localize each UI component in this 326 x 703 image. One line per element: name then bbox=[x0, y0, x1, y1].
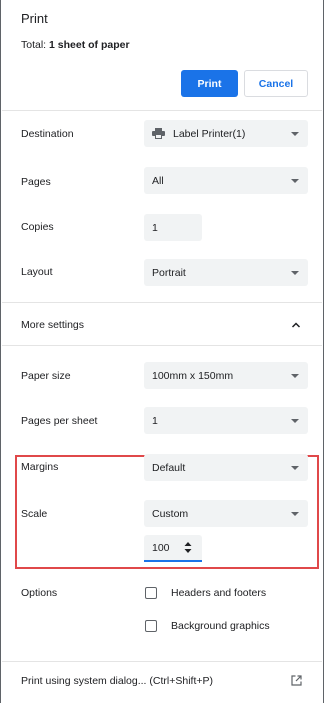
scale-select[interactable]: Custom bbox=[144, 500, 308, 527]
destination-value: Label Printer(1) bbox=[173, 127, 246, 140]
copies-value: 1 bbox=[152, 221, 158, 234]
divider bbox=[2, 661, 322, 662]
print-button[interactable]: Print bbox=[181, 70, 238, 97]
chevron-down-icon bbox=[291, 271, 299, 275]
printer-icon bbox=[152, 128, 165, 139]
paper-size-select[interactable]: 100mm x 150mm bbox=[144, 362, 308, 389]
copies-label: Copies bbox=[21, 221, 54, 233]
chevron-down-icon bbox=[291, 466, 299, 470]
pages-per-sheet-select[interactable]: 1 bbox=[144, 407, 308, 434]
sheet-total: Total: 1 sheet of paper bbox=[21, 39, 130, 51]
cancel-button[interactable]: Cancel bbox=[244, 70, 308, 97]
options-label: Options bbox=[21, 587, 58, 599]
chevron-down-icon bbox=[291, 132, 299, 136]
margins-label: Margins bbox=[21, 461, 59, 473]
paper-size-label: Paper size bbox=[21, 370, 71, 382]
background-graphics-checkbox[interactable] bbox=[145, 620, 157, 632]
open-in-new-icon[interactable] bbox=[291, 675, 302, 686]
destination-label: Destination bbox=[21, 128, 74, 140]
divider bbox=[2, 302, 322, 303]
system-dialog-link[interactable]: Print using system dialog... (Ctrl+Shift… bbox=[21, 675, 213, 687]
chevron-down-icon bbox=[291, 374, 299, 378]
divider bbox=[2, 345, 322, 346]
pages-label: Pages bbox=[21, 176, 51, 188]
scale-percent-value: 100 bbox=[152, 541, 170, 554]
more-settings-toggle[interactable]: More settings bbox=[21, 319, 84, 331]
pages-per-sheet-label: Pages per sheet bbox=[21, 415, 98, 427]
pages-value: All bbox=[152, 174, 164, 187]
chevron-up-icon[interactable] bbox=[291, 321, 301, 329]
total-prefix: Total: bbox=[21, 39, 50, 51]
layout-select[interactable]: Portrait bbox=[144, 259, 308, 286]
headers-footers-checkbox[interactable] bbox=[145, 587, 157, 599]
chevron-down-icon bbox=[291, 512, 299, 516]
layout-label: Layout bbox=[21, 266, 53, 278]
page-title: Print bbox=[21, 11, 48, 26]
pages-select[interactable]: All bbox=[144, 167, 308, 194]
print-panel: Print Total: 1 sheet of paper Print Canc… bbox=[0, 0, 324, 703]
layout-value: Portrait bbox=[152, 266, 186, 279]
margins-value: Default bbox=[152, 461, 186, 474]
spinner-arrows-icon[interactable] bbox=[184, 541, 192, 554]
headers-footers-label[interactable]: Headers and footers bbox=[171, 587, 266, 599]
paper-size-value: 100mm x 150mm bbox=[152, 369, 234, 382]
scale-label: Scale bbox=[21, 508, 48, 520]
total-value: 1 sheet of paper bbox=[49, 39, 130, 51]
pages-per-sheet-value: 1 bbox=[152, 414, 158, 427]
chevron-down-icon bbox=[291, 179, 299, 183]
margins-select[interactable]: Default bbox=[144, 454, 308, 481]
scale-value: Custom bbox=[152, 507, 189, 520]
scale-percent-input[interactable]: 100 bbox=[144, 535, 202, 562]
copies-input[interactable]: 1 bbox=[144, 214, 202, 241]
chevron-down-icon bbox=[291, 419, 299, 423]
destination-select[interactable]: Label Printer(1) bbox=[144, 120, 308, 147]
background-graphics-label[interactable]: Background graphics bbox=[171, 620, 270, 632]
divider bbox=[2, 110, 322, 111]
